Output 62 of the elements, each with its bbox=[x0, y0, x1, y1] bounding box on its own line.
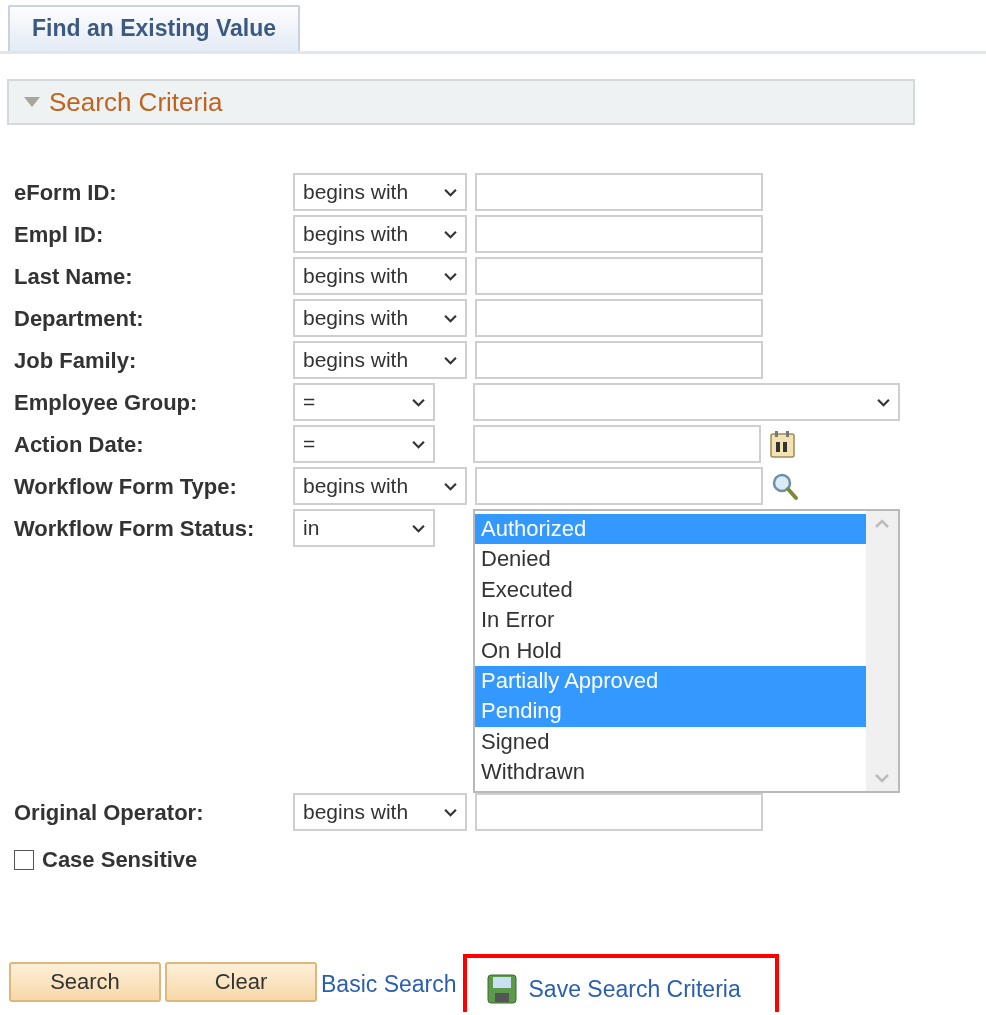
list-option[interactable]: In Error bbox=[475, 605, 866, 636]
input-field[interactable] bbox=[475, 257, 763, 295]
value-dropdown[interactable] bbox=[473, 383, 900, 421]
tab[interactable]: Find an Existing Value bbox=[8, 5, 301, 51]
chevron-down-icon bbox=[875, 774, 889, 783]
field-label: Workflow Form Status: bbox=[14, 515, 256, 543]
operator-dropdown[interactable]: begins with bbox=[293, 467, 467, 505]
basic-search-link[interactable]: Basic Search bbox=[321, 971, 457, 998]
action-button[interactable]: Clear bbox=[165, 962, 317, 1002]
operator-dropdown[interactable]: begins with bbox=[293, 793, 467, 831]
action-button[interactable]: Search bbox=[9, 962, 161, 1002]
operator-dropdown[interactable]: begins with bbox=[293, 215, 467, 253]
checkbox-label: Case Sensitive bbox=[42, 847, 198, 873]
field-label: Department: bbox=[14, 305, 145, 333]
triangle-icon bbox=[23, 96, 41, 108]
input-field[interactable] bbox=[475, 299, 763, 337]
operator-dropdown[interactable]: = bbox=[293, 425, 435, 463]
chevron-down-icon bbox=[412, 523, 425, 533]
section-header[interactable]: Search Criteria bbox=[7, 79, 915, 125]
chevron-down-icon bbox=[444, 355, 457, 365]
field-label: eForm ID: bbox=[14, 179, 118, 207]
operator-dropdown[interactable]: in bbox=[293, 509, 435, 547]
chevron-down-icon bbox=[444, 481, 457, 491]
field-label: Employee Group: bbox=[14, 389, 199, 417]
date-field[interactable] bbox=[473, 425, 761, 463]
scrollbar[interactable] bbox=[866, 511, 898, 791]
input-field[interactable] bbox=[475, 215, 763, 253]
calendar-icon[interactable] bbox=[769, 429, 797, 459]
chevron-down-icon bbox=[444, 187, 457, 197]
field-label: Job Family: bbox=[14, 347, 138, 375]
chevron-up-icon bbox=[875, 519, 889, 528]
chevron-down-icon bbox=[412, 397, 425, 407]
search-icon[interactable] bbox=[771, 471, 799, 501]
checkbox[interactable] bbox=[14, 850, 34, 870]
list-option[interactable]: Denied bbox=[475, 544, 866, 575]
chevron-down-icon bbox=[412, 439, 425, 449]
chevron-down-icon bbox=[444, 313, 457, 323]
field-label: Action Date: bbox=[14, 431, 145, 459]
operator-dropdown[interactable]: begins with bbox=[293, 257, 467, 295]
chevron-down-icon bbox=[444, 271, 457, 281]
field-label: Workflow Form Type: bbox=[14, 473, 238, 501]
save-search-link[interactable]: Save Search Criteria bbox=[528, 975, 741, 1003]
operator-dropdown[interactable]: = bbox=[293, 383, 435, 421]
input-field[interactable] bbox=[475, 467, 763, 505]
field-label: Empl ID: bbox=[14, 221, 105, 249]
chevron-down-icon bbox=[444, 807, 457, 817]
list-option[interactable]: On Hold bbox=[475, 635, 866, 667]
list-option[interactable]: Withdrawn bbox=[475, 757, 866, 788]
input-field[interactable] bbox=[475, 341, 763, 379]
list-option[interactable]: Signed bbox=[475, 726, 866, 758]
operator-dropdown[interactable]: begins with bbox=[293, 341, 467, 379]
list-option[interactable]: Executed bbox=[475, 574, 866, 606]
input-field[interactable] bbox=[475, 173, 763, 211]
field-label: Original Operator: bbox=[14, 799, 205, 827]
chevron-down-icon bbox=[877, 397, 890, 407]
input-field[interactable] bbox=[475, 793, 763, 831]
operator-dropdown[interactable]: begins with bbox=[293, 299, 467, 337]
chevron-down-icon bbox=[444, 229, 457, 239]
status-listbox[interactable]: Authorized Denied Executed In Error On Hold Partially Approved Pending Signed Withdrawn bbox=[473, 509, 900, 793]
operator-dropdown[interactable]: begins with bbox=[293, 173, 467, 211]
field-label: Last Name: bbox=[14, 263, 134, 291]
section-title: Search Criteria bbox=[49, 86, 223, 118]
